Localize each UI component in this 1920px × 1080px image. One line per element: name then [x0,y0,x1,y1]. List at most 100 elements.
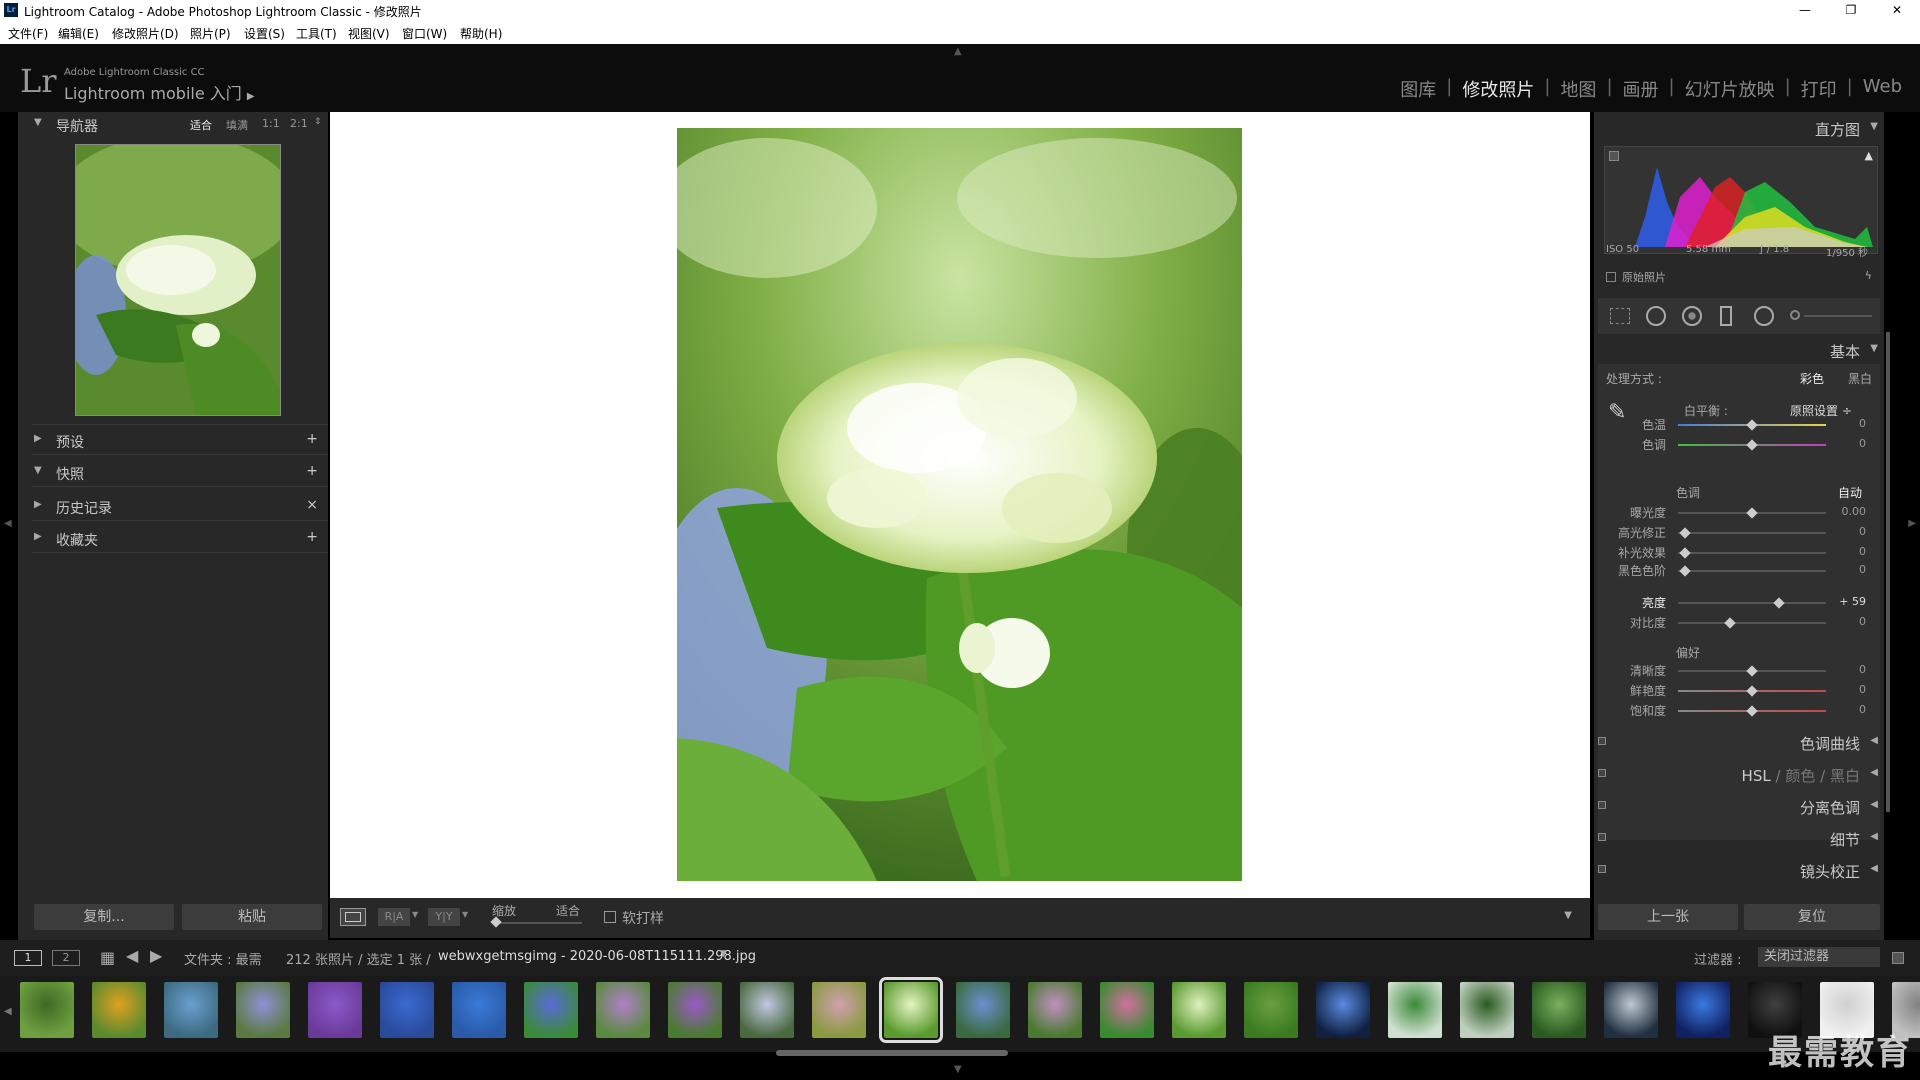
collapse-left-icon[interactable]: ◀ [4,518,12,529]
vibrance-value[interactable]: 0 [1826,683,1866,696]
menu-settings[interactable]: 设置(S) [244,25,285,42]
filmstrip-thumbnail[interactable] [1244,982,1298,1038]
exposure-value[interactable]: 0.00 [1826,505,1867,518]
loupe-view[interactable] [330,112,1590,898]
filmstrip-thumbnail[interactable] [236,982,290,1038]
brightness-value[interactable]: + 59 [1826,595,1866,608]
panel-switch-icon[interactable] [1598,833,1606,841]
filmstrip-thumbnail[interactable] [1172,982,1226,1038]
crop-icon[interactable] [1610,308,1630,324]
presets-header[interactable]: ▶ 预设 + [18,428,328,454]
radial-filter-icon[interactable] [1754,306,1774,326]
treatment-color[interactable]: 彩色 [1800,370,1824,387]
module-slideshow[interactable]: 幻灯片放映 [1675,76,1785,101]
close-button[interactable]: ✕ [1874,0,1920,22]
filename[interactable]: webwxgetmsgimg - 2020-06-08T115111.298.j… [438,949,756,964]
hsl-tab[interactable]: HSL [1742,767,1771,785]
highlights-slider[interactable] [1678,532,1826,534]
filmstrip-thumbnail[interactable] [1532,982,1586,1038]
toolbar-menu-icon[interactable]: ▼ [1564,910,1572,921]
menu-photo[interactable]: 照片(P) [190,25,231,42]
tone-curve-header[interactable]: 色调曲线 ◀ [1594,728,1884,756]
module-print[interactable]: 打印 [1791,76,1847,101]
folder-source[interactable]: 文件夹 : 最需 [184,949,262,968]
navigator-header[interactable]: ▼ 导航器 适合 填满 1:1 2:1 ⇕ [18,112,328,138]
filmstrip-thumbnail[interactable] [879,977,943,1043]
clarity-value[interactable]: 0 [1826,663,1866,676]
saturation-value[interactable]: 0 [1826,703,1866,716]
graduated-filter-icon[interactable] [1720,306,1732,326]
filmstrip-thumbnail[interactable] [20,982,74,1038]
filmstrip-thumbnail[interactable] [1604,982,1658,1038]
filmstrip-thumbnail[interactable] [668,982,722,1038]
shadow-clipping-icon[interactable] [1609,151,1619,161]
module-web[interactable]: Web [1853,76,1912,98]
grid-view-icon[interactable]: ▦ [100,948,115,967]
contrast-slider[interactable] [1678,622,1826,624]
filmstrip-thumbnail[interactable] [1028,982,1082,1038]
menu-file[interactable]: 文件(F) [8,25,48,42]
filmstrip-thumbnail[interactable] [524,982,578,1038]
temp-value[interactable]: 0 [1826,417,1866,430]
filter-lock-icon[interactable] [1892,952,1904,964]
before-after-lr-icon[interactable]: R|A [378,908,410,926]
hsl-header[interactable]: HSL / 颜色 / 黑白 ◀ [1594,760,1884,788]
minimize-button[interactable]: — [1782,0,1828,22]
before-after-tb-icon[interactable]: Y|Y [428,908,460,926]
lightroom-mobile-link[interactable]: Lightroom mobile 入门 ▶ [64,80,255,104]
brightness-slider[interactable] [1678,602,1826,604]
zoom-stepper-icon[interactable]: ⇕ [314,117,322,127]
filename-dropdown-icon[interactable]: ▼ [720,949,727,959]
reset-button[interactable]: 复位 [1744,904,1880,930]
filmstrip-thumbnail[interactable] [956,982,1010,1038]
color-tab[interactable]: 颜色 [1785,767,1815,785]
add-preset-icon[interactable]: + [306,431,318,447]
panel-switch-icon[interactable] [1598,769,1606,777]
adjustment-brush-icon[interactable] [1790,310,1800,320]
brush-slider[interactable] [1804,315,1872,317]
loupe-view-icon[interactable] [340,908,366,926]
spot-removal-icon[interactable] [1646,306,1666,326]
red-eye-icon[interactable] [1682,306,1702,326]
filmstrip-thumbnail[interactable] [1100,982,1154,1038]
filmstrip-thumbnail[interactable] [596,982,650,1038]
add-snapshot-icon[interactable]: + [306,463,318,479]
filmstrip-thumbnail[interactable] [452,982,506,1038]
soft-proof-checkbox[interactable] [604,911,616,923]
blacks-slider[interactable] [1678,570,1826,572]
filter-select[interactable]: 关闭过滤器 [1758,947,1880,967]
module-book[interactable]: 画册 [1613,76,1669,101]
clear-history-icon[interactable]: × [306,497,318,513]
blacks-value[interactable]: 0 [1826,563,1866,576]
zoom-fill[interactable]: 填满 [226,117,248,133]
copy-button[interactable]: 复制... [34,904,174,930]
zoom-1-1[interactable]: 1:1 [262,117,280,130]
module-library[interactable]: 图库 [1390,76,1446,101]
forward-arrow-icon[interactable]: ▶ [150,946,162,965]
dropdown-icon[interactable]: ▼ [462,910,468,919]
back-arrow-icon[interactable]: ◀ [126,946,138,965]
dropdown-icon[interactable]: ▼ [412,910,418,919]
panel-switch-icon[interactable] [1598,865,1606,873]
filmstrip-thumbnail[interactable] [1316,982,1370,1038]
fill-slider[interactable] [1678,552,1826,554]
filmstrip-thumbnail[interactable] [1388,982,1442,1038]
filmstrip-thumbnail[interactable] [308,982,362,1038]
menu-help[interactable]: 帮助(H) [460,25,502,42]
previous-button[interactable]: 上一张 [1598,904,1738,930]
menu-window[interactable]: 窗口(W) [402,25,447,42]
filmstrip-thumbnail[interactable] [740,982,794,1038]
contrast-value[interactable]: 0 [1826,615,1866,628]
panel-switch-icon[interactable] [1598,737,1606,745]
paste-button[interactable]: 粘贴 [182,904,322,930]
filmstrip-thumbnail[interactable] [1460,982,1514,1038]
filmstrip-thumbnail[interactable] [1676,982,1730,1038]
filmstrip-scrollbar[interactable] [776,1050,1008,1056]
menu-develop[interactable]: 修改照片(D) [112,25,179,42]
collapse-bottom-icon[interactable]: ▼ [954,1064,962,1075]
filmstrip-thumbnail[interactable] [92,982,146,1038]
main-window-button[interactable]: 1 [14,950,42,966]
add-collection-icon[interactable]: + [306,529,318,545]
panel-scrollbar[interactable] [1886,332,1890,812]
second-window-button[interactable]: 2 [52,950,80,966]
